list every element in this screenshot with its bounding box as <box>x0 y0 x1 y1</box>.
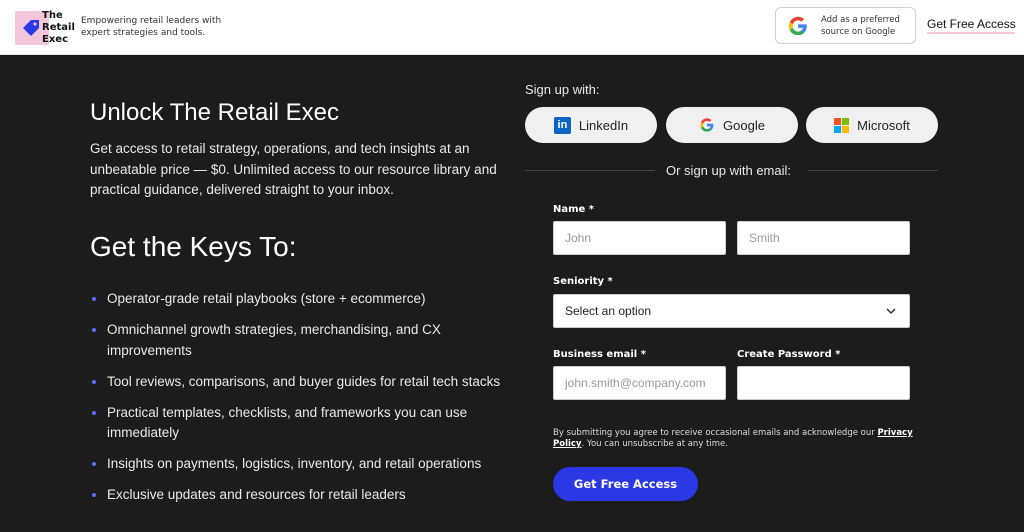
cta-underline <box>927 32 1015 34</box>
benefit-item: Exclusive updates and resources for reta… <box>90 485 510 506</box>
business-email-label: Business email * <box>553 349 646 360</box>
consent-text: By submitting you agree to receive occas… <box>553 428 913 450</box>
linkedin-label: LinkedIn <box>578 117 629 133</box>
get-free-access-button[interactable]: Get Free Access <box>553 467 698 501</box>
benefit-item: Omnichannel growth strategies, merchandi… <box>90 320 510 361</box>
divider-left <box>525 170 655 171</box>
microsoft-signup-button[interactable]: Microsoft <box>806 107 938 143</box>
logo-line: Retail <box>42 22 75 33</box>
tag-icon <box>23 20 39 36</box>
consent-prefix: By submitting you agree to receive occas… <box>553 428 878 438</box>
consent-suffix: . You can unsubscribe at any time. <box>581 439 728 449</box>
benefits-list: Operator-grade retail playbooks (store +… <box>90 289 510 516</box>
signup-with-label: Sign up with: <box>525 82 600 97</box>
keys-heading: Get the Keys To: <box>90 231 297 262</box>
google-preferred-source-button[interactable]: Add as a preferred source on Google <box>775 7 916 44</box>
business-email-input[interactable]: john.smith@company.com <box>553 366 726 400</box>
intro-text: Get access to retail strategy, operation… <box>90 141 497 197</box>
microsoft-label: Microsoft <box>857 117 910 133</box>
google-label: Google <box>723 117 765 133</box>
logo-wordmark: The Retail Exec <box>42 10 75 46</box>
seniority-value: Select an option <box>565 304 652 318</box>
benefit-item: Operator-grade retail playbooks (store +… <box>90 289 510 310</box>
chevron-down-icon <box>886 308 896 315</box>
header-get-free-access-link[interactable]: Get Free Access <box>927 17 1016 31</box>
linkedin-signup-button[interactable]: in LinkedIn <box>525 107 657 143</box>
benefit-item: Practical templates, checklists, and fra… <box>90 403 510 444</box>
logo-line: The <box>42 10 63 21</box>
first-name-input[interactable]: John <box>553 221 726 255</box>
logo-line: Exec <box>42 34 68 45</box>
email-signup-divider: Or sign up with email: <box>666 163 791 178</box>
google-signup-button[interactable]: Google <box>666 107 798 143</box>
seniority-select[interactable]: Select an option <box>553 294 910 328</box>
google-icon <box>788 16 807 36</box>
benefit-item: Insights on payments, logistics, invento… <box>90 454 510 475</box>
benefit-item: Tool reviews, comparisons, and buyer gui… <box>90 372 510 393</box>
google-pref-label: Add as a preferred source on Google <box>821 15 900 37</box>
page-title: Unlock The Retail Exec <box>90 99 339 126</box>
name-label: Name * <box>553 204 595 215</box>
top-header: The Retail Exec Empowering retail leader… <box>0 0 1024 55</box>
seniority-label: Seniority * <box>553 276 613 287</box>
password-input[interactable] <box>737 366 910 400</box>
password-label: Create Password * <box>737 349 841 360</box>
linkedin-icon: in <box>553 116 571 134</box>
logo[interactable]: The Retail Exec <box>15 10 75 45</box>
microsoft-icon <box>834 117 850 133</box>
site-tagline: Empowering retail leaders with expert st… <box>81 16 222 38</box>
google-icon <box>700 118 714 132</box>
last-name-input[interactable]: Smith <box>737 221 910 255</box>
divider-right <box>808 170 938 171</box>
